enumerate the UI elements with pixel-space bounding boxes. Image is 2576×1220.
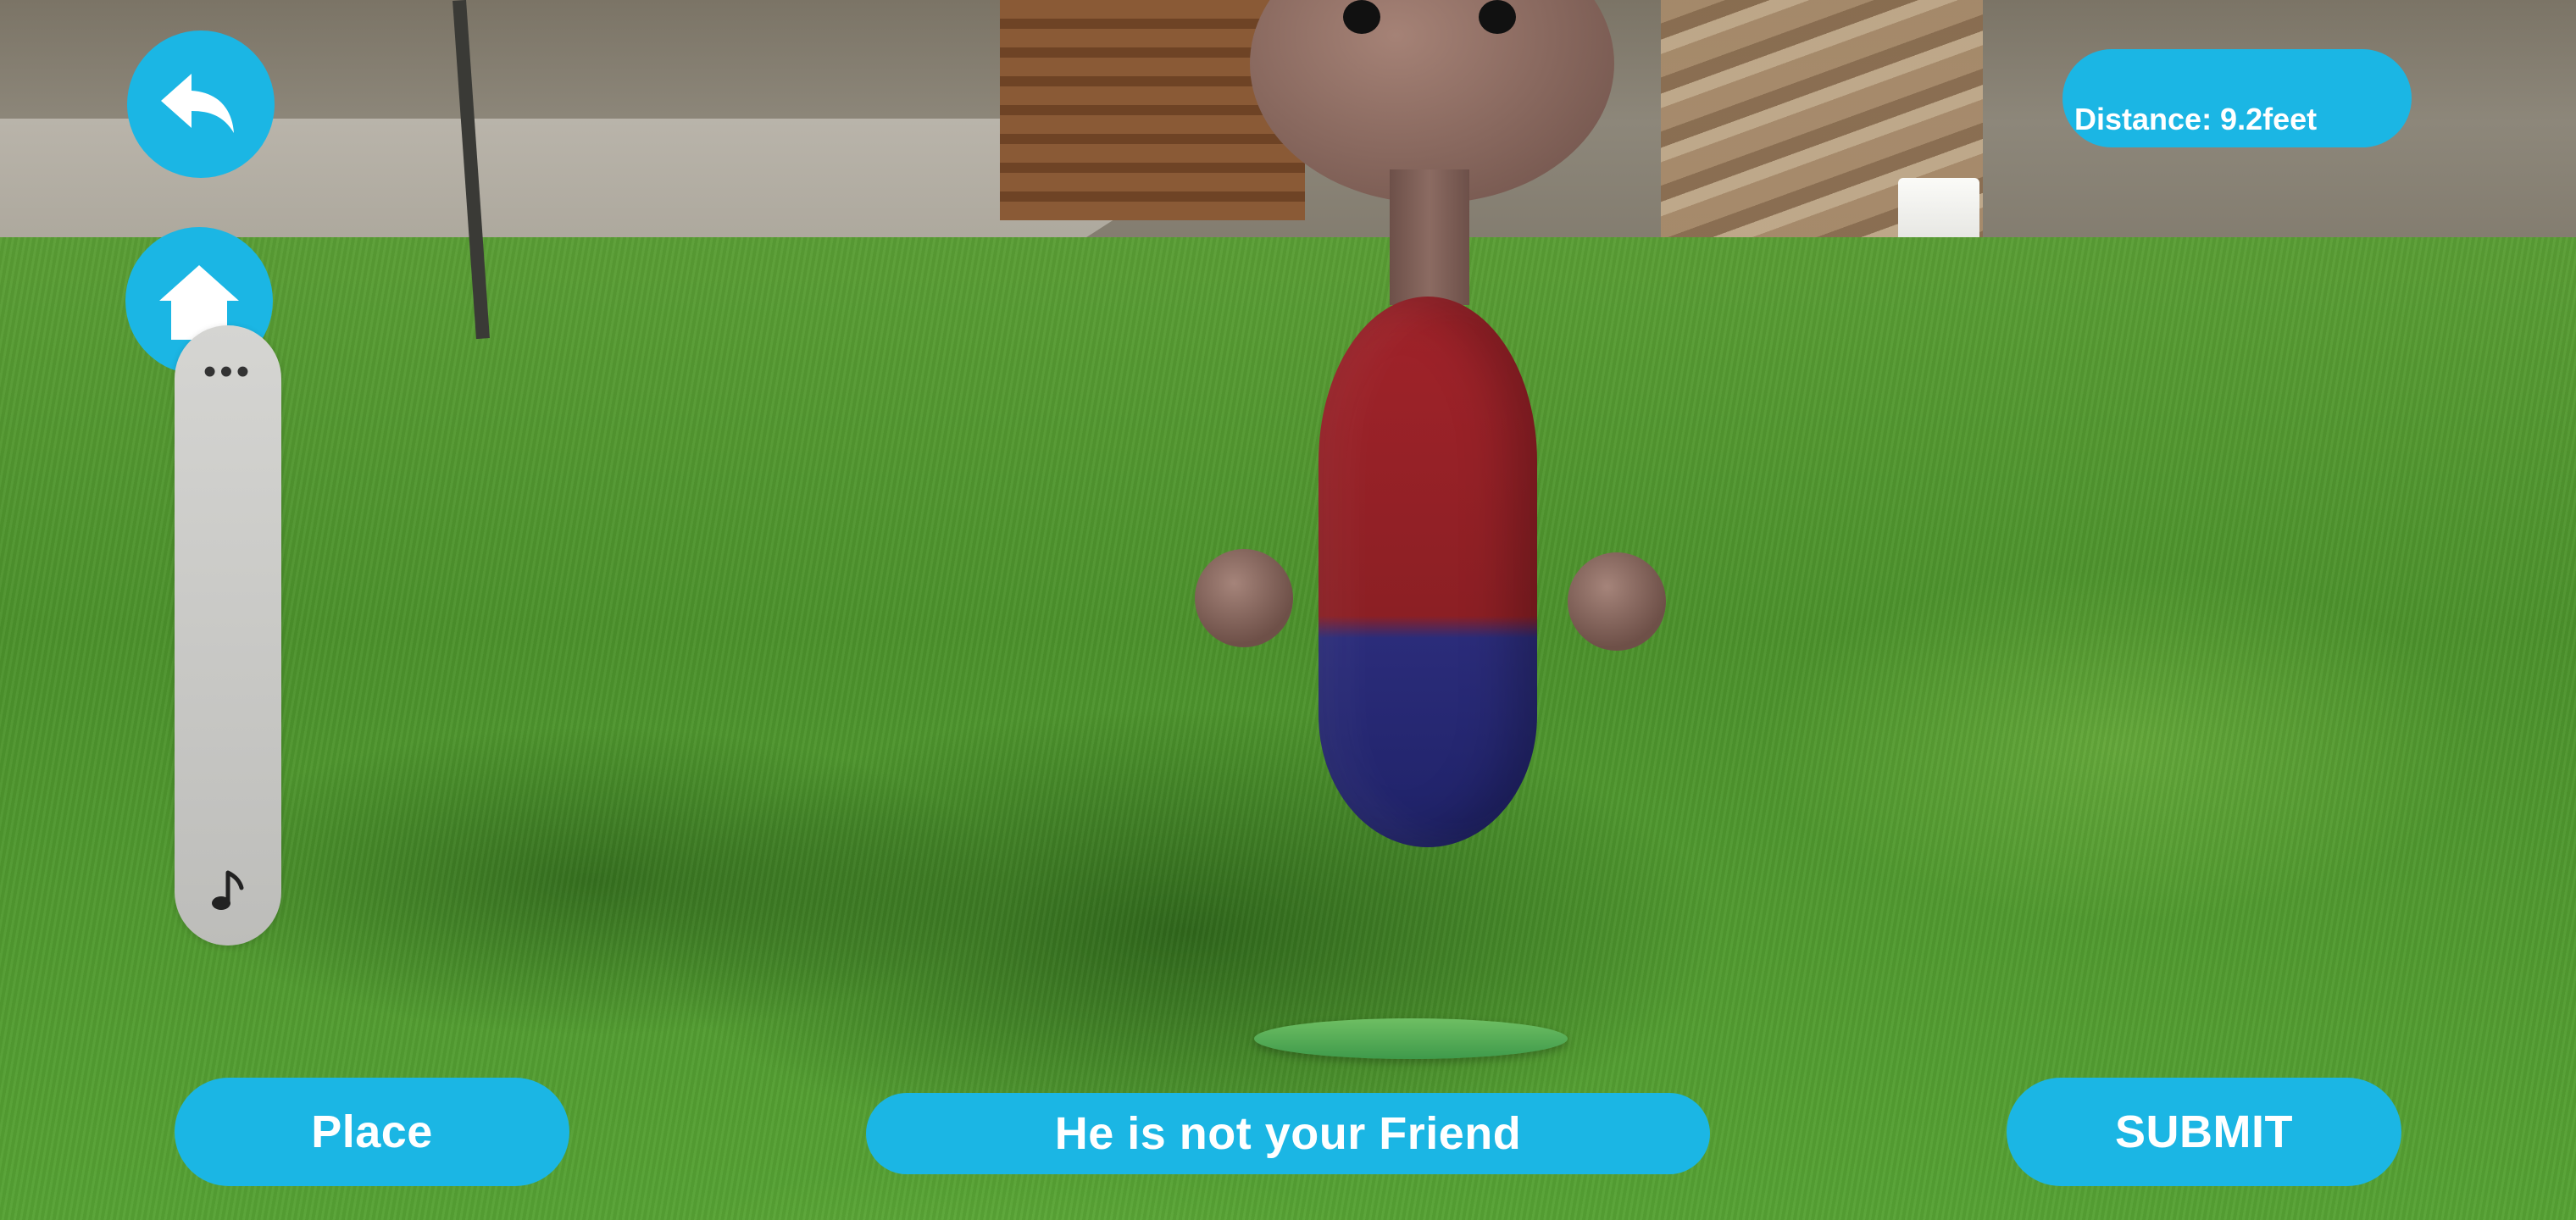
back-button[interactable] xyxy=(127,30,275,178)
undo-arrow-icon xyxy=(161,74,234,133)
side-panel[interactable]: ••• xyxy=(175,325,281,946)
distance-badge: Distance: 9.2feet xyxy=(2062,49,2412,147)
more-options-button[interactable]: ••• xyxy=(175,353,281,391)
ar-character-hand-right xyxy=(1568,552,1666,651)
character-eye-left xyxy=(1343,0,1380,34)
character-eye-right xyxy=(1479,0,1516,34)
message-banner: He is not your Friend xyxy=(866,1093,1710,1174)
ar-character-body[interactable] xyxy=(1319,297,1537,847)
submit-button[interactable]: SUBMIT xyxy=(2007,1078,2401,1186)
grass-texture xyxy=(0,237,2576,1220)
music-note-icon xyxy=(212,870,244,910)
ar-camera-view[interactable] xyxy=(0,0,2576,1220)
ar-character-hand-left xyxy=(1195,549,1293,647)
ar-character-neck xyxy=(1390,169,1469,305)
ar-character-base xyxy=(1254,1018,1568,1059)
distance-text: Distance: 9.2feet xyxy=(2074,102,2318,136)
place-button[interactable]: Place xyxy=(175,1078,569,1186)
music-button[interactable] xyxy=(203,868,253,918)
